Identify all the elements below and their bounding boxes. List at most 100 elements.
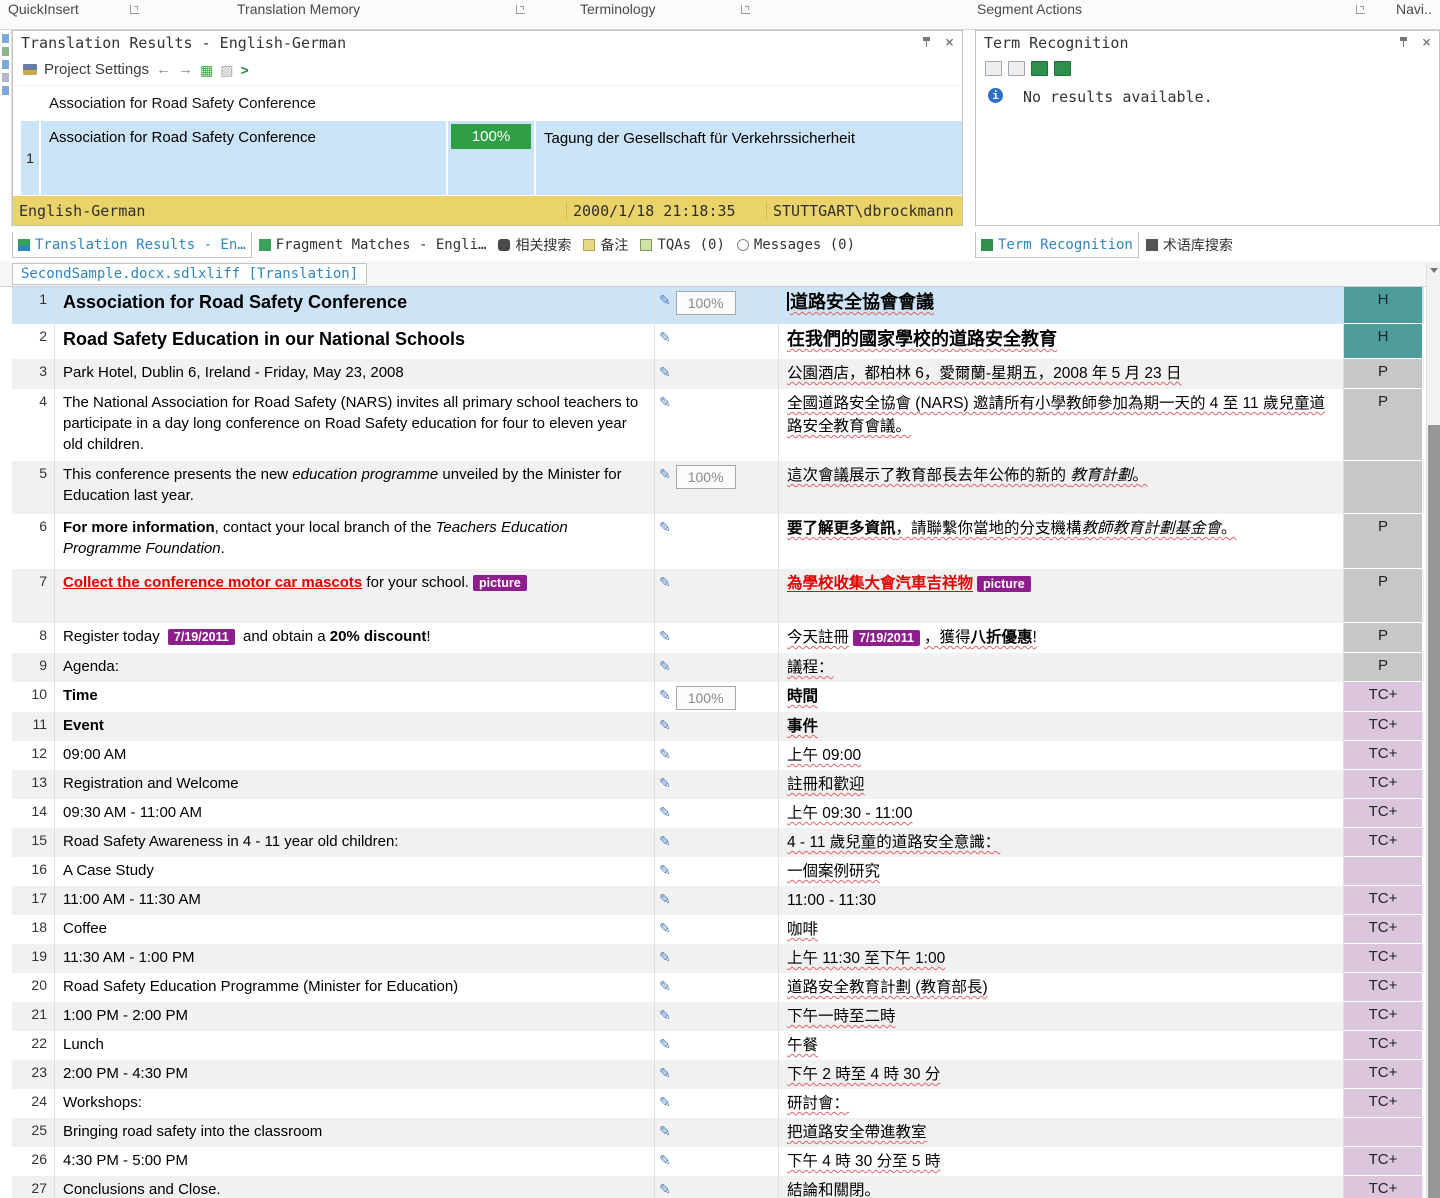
- segment-number[interactable]: 10: [12, 682, 55, 712]
- tab-concordance-search[interactable]: 相关搜索: [493, 232, 576, 258]
- scrollbar-down-button[interactable]: [1427, 268, 1440, 282]
- target-cell[interactable]: 午餐: [779, 1031, 1344, 1060]
- back-arrow-icon[interactable]: ←: [156, 61, 171, 78]
- target-cell[interactable]: 結論和關閉。: [779, 1176, 1344, 1198]
- source-cell[interactable]: Conclusions and Close.: [55, 1176, 655, 1198]
- source-cell[interactable]: 09:00 AM: [55, 741, 655, 770]
- segment-number[interactable]: 16: [12, 857, 55, 886]
- tab-messages[interactable]: Messages (0): [732, 232, 860, 258]
- target-cell[interactable]: 把道路安全帶進教室: [779, 1118, 1344, 1147]
- close-icon[interactable]: ×: [945, 35, 954, 50]
- term-hitlist-settings-icon[interactable]: [1008, 61, 1025, 76]
- source-cell[interactable]: For more information, contact your local…: [55, 514, 655, 569]
- segment-number[interactable]: 9: [12, 653, 55, 682]
- target-cell[interactable]: 11:00 - 11:30: [779, 886, 1344, 915]
- dock-tab-icon[interactable]: [2, 86, 9, 95]
- vertical-scrollbar[interactable]: [1426, 263, 1440, 1198]
- pin-icon[interactable]: [922, 37, 931, 48]
- segment-number[interactable]: 4: [12, 389, 55, 461]
- target-cell[interactable]: 要了解更多資訊，請聯繫你當地的分支機構教師教育計劃基金會。: [779, 514, 1344, 569]
- source-cell[interactable]: 2:00 PM - 4:30 PM: [55, 1060, 655, 1089]
- apply-translation-icon[interactable]: ▦: [200, 63, 213, 77]
- source-cell[interactable]: Registration and Welcome: [55, 770, 655, 799]
- pin-icon[interactable]: [1399, 37, 1408, 48]
- left-dock-strip[interactable]: [0, 30, 12, 227]
- target-cell[interactable]: 事件: [779, 712, 1344, 741]
- target-cell[interactable]: 公園酒店，都柏林 6，愛爾蘭-星期五，2008 年 5 月 23 日: [779, 359, 1344, 389]
- segment-number[interactable]: 7: [12, 569, 55, 623]
- segment-number[interactable]: 22: [12, 1031, 55, 1060]
- close-icon[interactable]: ×: [1422, 35, 1431, 50]
- source-cell[interactable]: Park Hotel, Dublin 6, Ireland - Friday, …: [55, 359, 655, 389]
- target-cell[interactable]: 下午 4 時 30 分至 5 時: [779, 1147, 1344, 1176]
- target-cell[interactable]: 為學校收集大會汽車吉祥物picture: [779, 569, 1344, 623]
- source-cell[interactable]: Road Safety Education in our National Sc…: [55, 324, 655, 359]
- segment-number[interactable]: 3: [12, 359, 55, 389]
- segment-number[interactable]: 25: [12, 1118, 55, 1147]
- source-cell[interactable]: Road Safety Awareness in 4 - 11 year old…: [55, 828, 655, 857]
- dialog-launcher-icon[interactable]: [516, 5, 525, 14]
- segment-number[interactable]: 6: [12, 514, 55, 569]
- target-cell[interactable]: 全國道路安全協會 (NARS) 邀請所有小學教師參加為期一天的 4 至 11 歲…: [779, 389, 1344, 461]
- target-cell[interactable]: 今天註冊7/19/2011，獲得八折優惠!: [779, 623, 1344, 653]
- scrollbar-thumb[interactable]: [1428, 425, 1440, 1198]
- segment-number[interactable]: 27: [12, 1176, 55, 1198]
- dock-tab-icon[interactable]: [2, 60, 9, 69]
- source-cell[interactable]: Time: [55, 682, 655, 712]
- dialog-launcher-icon[interactable]: [1356, 5, 1365, 14]
- dialog-launcher-icon[interactable]: [130, 5, 139, 14]
- source-cell[interactable]: Workshops:: [55, 1089, 655, 1118]
- forward-arrow-icon[interactable]: →: [178, 61, 193, 78]
- target-cell[interactable]: 上午 09:00: [779, 741, 1344, 770]
- tab-translation-results[interactable]: Translation Results - En…: [12, 232, 252, 258]
- segment-number[interactable]: 1: [12, 287, 55, 324]
- dock-tab-icon[interactable]: [2, 47, 9, 56]
- segment-number[interactable]: 24: [12, 1089, 55, 1118]
- dock-tab-icon[interactable]: [2, 34, 9, 43]
- segment-number[interactable]: 26: [12, 1147, 55, 1176]
- segment-number[interactable]: 18: [12, 915, 55, 944]
- target-cell[interactable]: 研討會：: [779, 1089, 1344, 1118]
- target-cell[interactable]: 這次會議展示了教育部長去年公佈的新的 教育計劃。: [779, 461, 1344, 514]
- source-cell[interactable]: Road Safety Education Programme (Ministe…: [55, 973, 655, 1002]
- tab-comments[interactable]: 备注: [578, 232, 633, 258]
- source-cell[interactable]: 11:00 AM - 11:30 AM: [55, 886, 655, 915]
- termbase-viewer-icon[interactable]: [1054, 61, 1071, 76]
- segment-number[interactable]: 11: [12, 712, 55, 741]
- source-cell[interactable]: 09:30 AM - 11:00 AM: [55, 799, 655, 828]
- segment-number[interactable]: 19: [12, 944, 55, 973]
- source-cell[interactable]: This conference presents the new educati…: [55, 461, 655, 514]
- source-cell[interactable]: A Case Study: [55, 857, 655, 886]
- tab-tqa[interactable]: TQAs (0): [635, 232, 729, 258]
- target-cell[interactable]: 在我們的國家學校的道路安全教育: [779, 324, 1344, 359]
- target-cell[interactable]: 一個案例研究: [779, 857, 1344, 886]
- expand-chevron-icon[interactable]: >: [241, 62, 249, 78]
- dialog-launcher-icon[interactable]: [741, 5, 750, 14]
- target-cell[interactable]: 咖啡: [779, 915, 1344, 944]
- source-cell[interactable]: Coffee: [55, 915, 655, 944]
- source-cell[interactable]: Register today 7/19/2011 and obtain a 20…: [55, 623, 655, 653]
- segment-number[interactable]: 2: [12, 324, 55, 359]
- segment-number[interactable]: 17: [12, 886, 55, 915]
- tab-term-recognition[interactable]: Term Recognition: [975, 232, 1139, 258]
- segment-number[interactable]: 20: [12, 973, 55, 1002]
- toolbar-options-icon[interactable]: ▨: [220, 63, 233, 77]
- tm-result-row[interactable]: 1 Association for Road Safety Conference…: [13, 121, 962, 195]
- project-settings-button[interactable]: Project Settings: [44, 61, 149, 78]
- term-add-icon[interactable]: [1031, 61, 1048, 76]
- target-cell[interactable]: 上午 11:30 至下午 1:00: [779, 944, 1344, 973]
- source-cell[interactable]: Collect the conference motor car mascots…: [55, 569, 655, 623]
- target-cell[interactable]: 下午一時至二時: [779, 1002, 1344, 1031]
- target-cell[interactable]: 4 - 11 歲兒童的道路安全意識：: [779, 828, 1344, 857]
- document-tab[interactable]: SecondSample.docx.sdlxliff [Translation]: [12, 263, 367, 285]
- source-cell[interactable]: Bringing road safety into the classroom: [55, 1118, 655, 1147]
- target-cell[interactable]: 議程：: [779, 653, 1344, 682]
- tab-termbase-search[interactable]: 术语库搜索: [1141, 232, 1238, 258]
- target-cell[interactable]: 時間: [779, 682, 1344, 712]
- source-cell[interactable]: 11:30 AM - 1:00 PM: [55, 944, 655, 973]
- source-cell[interactable]: The National Association for Road Safety…: [55, 389, 655, 461]
- source-cell[interactable]: Association for Road Safety Conference: [55, 287, 655, 324]
- segment-number[interactable]: 12: [12, 741, 55, 770]
- target-cell[interactable]: 上午 09:30 - 11:00: [779, 799, 1344, 828]
- segment-number[interactable]: 21: [12, 1002, 55, 1031]
